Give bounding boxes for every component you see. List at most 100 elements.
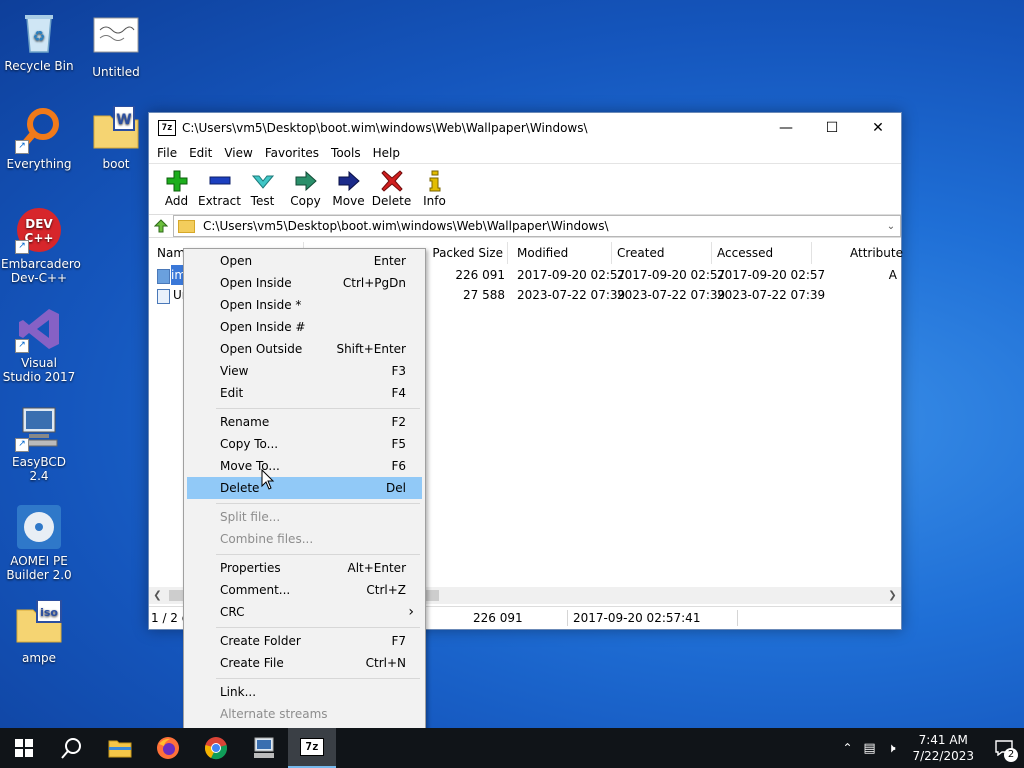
menu-item-properties[interactable]: Properties Alt+Enter (187, 557, 422, 579)
menu-item-open-inside[interactable]: Open Inside Ctrl+PgDn (187, 272, 422, 294)
windows-logo-icon (15, 739, 33, 757)
minus-icon (198, 170, 241, 192)
delete-button[interactable]: Delete (370, 164, 413, 208)
up-folder-button[interactable] (149, 215, 173, 237)
firefox-icon (157, 737, 179, 759)
maximize-button[interactable]: ☐ (809, 113, 855, 143)
menu-item-edit[interactable]: Edit F4 (187, 382, 422, 404)
status-size: 226 091 (473, 611, 523, 625)
menu-item-move-to[interactable]: Move To... F6 (187, 455, 422, 477)
shortcut-arrow-icon: ↗ (15, 240, 29, 254)
file-icon (157, 269, 170, 284)
desktop-icon-label: Visual Studio 2017 (2, 356, 76, 384)
menu-item-create-folder[interactable]: Create Folder F7 (187, 630, 422, 652)
desktop-icon-boot[interactable]: W boot (78, 105, 154, 171)
cell-accessed: 2023-07-22 07:39 (717, 288, 826, 302)
devcpp-icon: DEV C++ ↗ (15, 206, 63, 254)
desktop-icon-easybcd[interactable]: ↗ EasyBCD 2.4 (1, 404, 77, 483)
menu-edit[interactable]: Edit (183, 146, 218, 160)
taskbar-seven-zip[interactable]: 7z (288, 728, 336, 768)
window-title: C:\Users\vm5\Desktop\boot.wim\windows\We… (182, 121, 588, 135)
shortcut-arrow-icon: ↗ (15, 339, 29, 353)
computer-icon: ↗ (15, 404, 63, 452)
shortcut-arrow-icon: ↗ (15, 140, 29, 154)
desktop-icon-everything[interactable]: ↗ Everything (1, 106, 77, 171)
menu-item-view[interactable]: View F3 (187, 360, 422, 382)
desktop-icon-label: boot (102, 157, 130, 171)
visual-studio-icon: ↗ (15, 305, 63, 353)
start-button[interactable] (0, 728, 48, 768)
copy-button[interactable]: Copy (284, 164, 327, 208)
address-text: C:\Users\vm5\Desktop\boot.wim\windows\We… (203, 219, 609, 233)
menu-bar: File Edit View Favorites Tools Help (149, 143, 901, 163)
add-button[interactable]: Add (155, 164, 198, 208)
cell-modified: 2023-07-22 07:39 (517, 288, 626, 302)
cell-created: 2017-09-20 02:57 (617, 268, 726, 282)
svg-text:DEV: DEV (25, 217, 53, 231)
network-icon[interactable]: ▤ (858, 741, 880, 756)
move-button[interactable]: Move (327, 164, 370, 208)
menu-file[interactable]: File (151, 146, 183, 160)
title-bar[interactable]: 7z C:\Users\vm5\Desktop\boot.wim\windows… (149, 113, 901, 143)
test-button[interactable]: Test (241, 164, 284, 208)
clock-time: 7:41 AM (918, 733, 968, 747)
menu-item-comment[interactable]: Comment... Ctrl+Z (187, 579, 422, 601)
menu-item-open-outside[interactable]: Open Outside Shift+Enter (187, 338, 422, 360)
menu-item-open-inside-hash[interactable]: Open Inside # (187, 316, 422, 338)
clock-date: 7/22/2023 (912, 749, 974, 763)
system-tray: ⌃ ▤ 🕨 7:41 AM 7/22/2023 2 (836, 728, 1024, 768)
desktop-icon-untitled[interactable]: Untitled (78, 14, 154, 79)
minimize-button[interactable]: — (763, 113, 809, 143)
scroll-right-icon[interactable]: ❯ (884, 587, 901, 604)
desktop-icon-aomei[interactable]: AOMEI PE Builder 2.0 (1, 503, 77, 582)
desktop-icon-recycle-bin[interactable]: ♻ Recycle Bin (1, 8, 77, 73)
taskbar-firefox[interactable] (144, 728, 192, 768)
submenu-arrow-icon: › (408, 604, 414, 620)
taskbar-file-explorer[interactable] (96, 728, 144, 768)
desktop-icon-ampe[interactable]: iso ampe (1, 599, 77, 665)
menu-item-open-inside-star[interactable]: Open Inside * (187, 294, 422, 316)
svg-text:W: W (116, 112, 131, 128)
column-created[interactable]: Created (611, 242, 712, 264)
extract-button[interactable]: Extract (198, 164, 241, 208)
menu-item-alternate-streams: Alternate streams (220, 707, 328, 721)
address-input[interactable]: C:\Users\vm5\Desktop\boot.wim\windows\We… (173, 215, 901, 237)
column-attributes[interactable]: Attribute (811, 242, 905, 264)
menu-item-create-file[interactable]: Create File Ctrl+N (187, 652, 422, 674)
menu-item-link[interactable]: Link... (187, 681, 422, 703)
clock[interactable]: 7:41 AM 7/22/2023 (912, 732, 974, 764)
menu-item-crc[interactable]: CRC › (187, 601, 422, 623)
volume-muted-icon[interactable]: 🕨 (880, 741, 902, 756)
chrome-icon (205, 737, 227, 760)
taskbar-chrome[interactable] (192, 728, 240, 768)
taskbar-easybcd[interactable] (240, 728, 288, 768)
notification-center-button[interactable]: 2 (984, 728, 1024, 768)
column-accessed[interactable]: Accessed (711, 242, 812, 264)
x-icon (370, 170, 413, 192)
menu-tools[interactable]: Tools (325, 146, 367, 160)
status-date: 2017-09-20 02:57:41 (573, 611, 701, 625)
menu-view[interactable]: View (218, 146, 258, 160)
menu-item-open[interactable]: Open Enter (187, 250, 422, 272)
seven-zip-app-icon: 7z (300, 738, 324, 756)
menu-item-copy-to[interactable]: Copy To... F5 (187, 433, 422, 455)
info-button[interactable]: Info (413, 164, 456, 208)
menu-separator (216, 408, 420, 409)
desktop-icon-label: Everything (6, 157, 72, 171)
menu-item-delete[interactable]: Delete Del (187, 477, 422, 499)
column-modified[interactable]: Modified (511, 242, 612, 264)
search-button[interactable] (48, 728, 96, 768)
desktop-icon-devcpp[interactable]: DEV C++ ↗ Embarcadero Dev-C++ (1, 206, 81, 285)
chevron-up-icon[interactable]: ⌃ (836, 741, 858, 755)
folder-icon: W (92, 105, 140, 154)
folder-icon (178, 219, 195, 233)
close-button[interactable]: ✕ (855, 113, 901, 143)
chevron-down-icon[interactable]: ⌄ (882, 221, 900, 232)
menu-item-rename[interactable]: Rename F2 (187, 411, 422, 433)
desktop-icon-visual-studio[interactable]: ↗ Visual Studio 2017 (1, 305, 77, 384)
scroll-left-icon[interactable]: ❮ (149, 587, 166, 604)
menu-help[interactable]: Help (367, 146, 406, 160)
menu-favorites[interactable]: Favorites (259, 146, 325, 160)
mouse-cursor-icon (261, 469, 275, 490)
cell-packed-size: 27 588 (463, 288, 505, 302)
